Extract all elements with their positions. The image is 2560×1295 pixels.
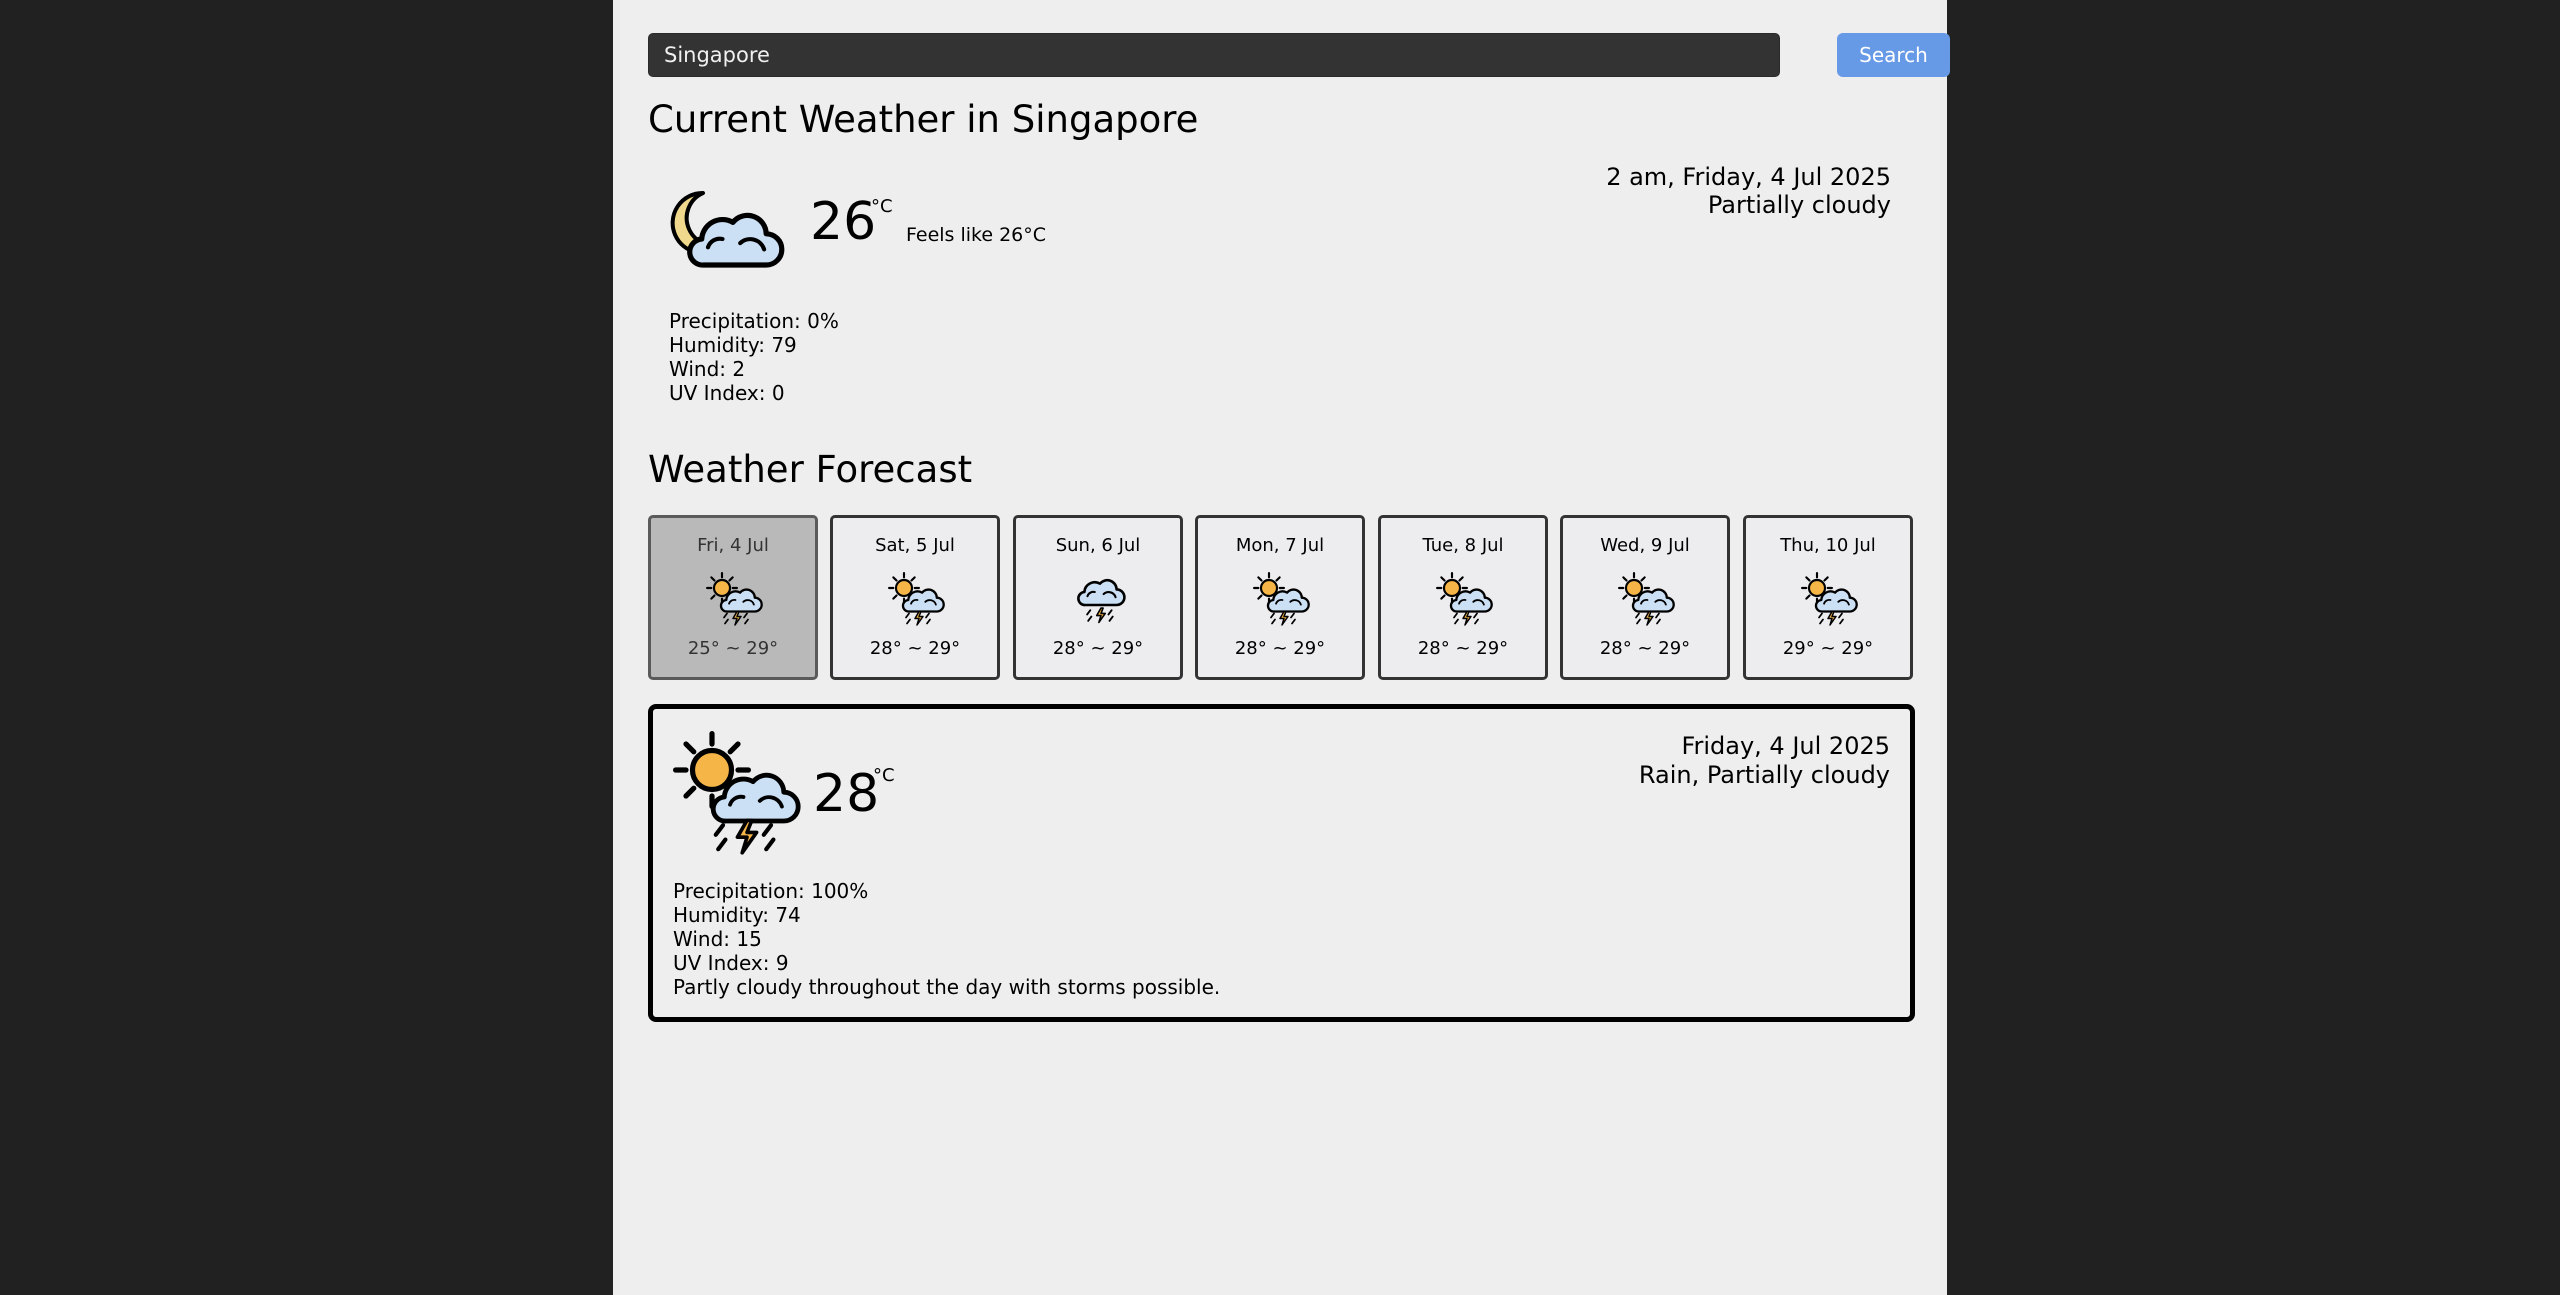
selected-day-precipitation: Precipitation: 100% [673, 879, 869, 903]
selected-day-wind: Wind: 15 [673, 927, 762, 951]
forecast-day-label: Wed, 9 Jul [1600, 535, 1690, 556]
forecast-day-card[interactable]: Sat, 5 Jul 28° ~ 29° [830, 515, 1000, 680]
current-weather-title: Current Weather in Singapore [648, 98, 1199, 141]
search-input[interactable] [648, 33, 1780, 77]
thunder-rain-sun-icon [1801, 572, 1858, 626]
forecast-temp-range: 28° ~ 29° [1052, 638, 1144, 659]
current-temperature: 26 [810, 192, 877, 252]
feels-like: Feels like 26°C [906, 224, 1047, 246]
partly-cloudy-night-icon [670, 190, 793, 275]
forecast-temp-range: 28° ~ 29° [1417, 638, 1509, 659]
current-temperature-unit: °C [871, 196, 893, 217]
selected-day-condition: Rain, Partially cloudy [1638, 761, 1890, 789]
forecast-day-card[interactable]: Mon, 7 Jul 28° ~ 29° [1195, 515, 1365, 680]
forecast-temp-range: 28° ~ 29° [1599, 638, 1691, 659]
forecast-day-label: Sat, 5 Jul [875, 535, 955, 556]
current-humidity: Humidity: 79 [669, 333, 797, 357]
forecast-day-label: Sun, 6 Jul [1055, 535, 1141, 556]
thunder-rain-sun-icon [1436, 572, 1493, 626]
forecast-title: Weather Forecast [648, 448, 973, 491]
forecast-day-label: Thu, 10 Jul [1780, 535, 1876, 556]
selected-day-summary: Friday, 4 Jul 2025 Rain, Partially cloud… [1639, 732, 1890, 790]
current-summary: 2 am, Friday, 4 Jul 2025 Partially cloud… [1606, 163, 1891, 219]
selected-day-temperature: 28 [813, 764, 880, 824]
selected-day-date: Friday, 4 Jul 2025 [1681, 732, 1890, 760]
current-datetime: 2 am, Friday, 4 Jul 2025 [1606, 163, 1891, 191]
selected-day-description: Partly cloudy throughout the day with st… [673, 975, 1221, 999]
forecast-day-label: Tue, 8 Jul [1422, 535, 1504, 556]
forecast-day-card[interactable]: Sun, 6 Jul 28° ~ 29° [1013, 515, 1183, 680]
thunder-rain-icon [1077, 578, 1126, 624]
forecast-strip: Fri, 4 Jul 25° ~ 29° Sat, 5 Jul 28° ~ 29… [648, 515, 1915, 681]
forecast-temp-range: 28° ~ 29° [869, 638, 961, 659]
forecast-day-label: Mon, 7 Jul [1235, 535, 1325, 556]
thunder-rain-sun-icon [1618, 572, 1675, 626]
current-uv-index: UV Index: 0 [669, 381, 785, 405]
current-condition: Partially cloudy [1707, 191, 1891, 219]
thunder-rain-sun-icon [888, 572, 945, 626]
selected-day-temperature-unit: °C [873, 765, 895, 786]
search-button[interactable]: Search [1837, 33, 1950, 77]
search-bar: Search [648, 33, 1950, 77]
forecast-temp-range: 29° ~ 29° [1782, 638, 1874, 659]
forecast-day-card[interactable]: Fri, 4 Jul 25° ~ 29° [648, 515, 818, 680]
current-wind: Wind: 2 [669, 357, 746, 381]
forecast-day-card[interactable]: Tue, 8 Jul 28° ~ 29° [1378, 515, 1548, 680]
forecast-temp-range: 28° ~ 29° [1234, 638, 1326, 659]
selected-day-uv-index: UV Index: 9 [673, 951, 789, 975]
current-details: Precipitation: 0% Humidity: 79 Wind: 2 U… [669, 309, 839, 405]
thunder-rain-sun-icon [673, 731, 803, 859]
forecast-day-label: Fri, 4 Jul [697, 535, 769, 556]
forecast-day-card[interactable]: Thu, 10 Jul 29° ~ 29° [1743, 515, 1913, 680]
selected-day-humidity: Humidity: 74 [673, 903, 801, 927]
selected-day-detail-card: 28 °C Friday, 4 Jul 2025 Rain, Partially… [648, 704, 1915, 1022]
thunder-rain-sun-icon [706, 572, 763, 626]
selected-day-details: Precipitation: 100% Humidity: 74 Wind: 1… [673, 879, 1220, 999]
forecast-temp-range: 25° ~ 29° [687, 638, 779, 659]
thunder-rain-sun-icon [1253, 572, 1310, 626]
weather-app-panel: Search Current Weather in Singapore 26 °… [613, 0, 1950, 1295]
current-precipitation: Precipitation: 0% [669, 309, 839, 333]
forecast-day-card[interactable]: Wed, 9 Jul 28° ~ 29° [1560, 515, 1730, 680]
